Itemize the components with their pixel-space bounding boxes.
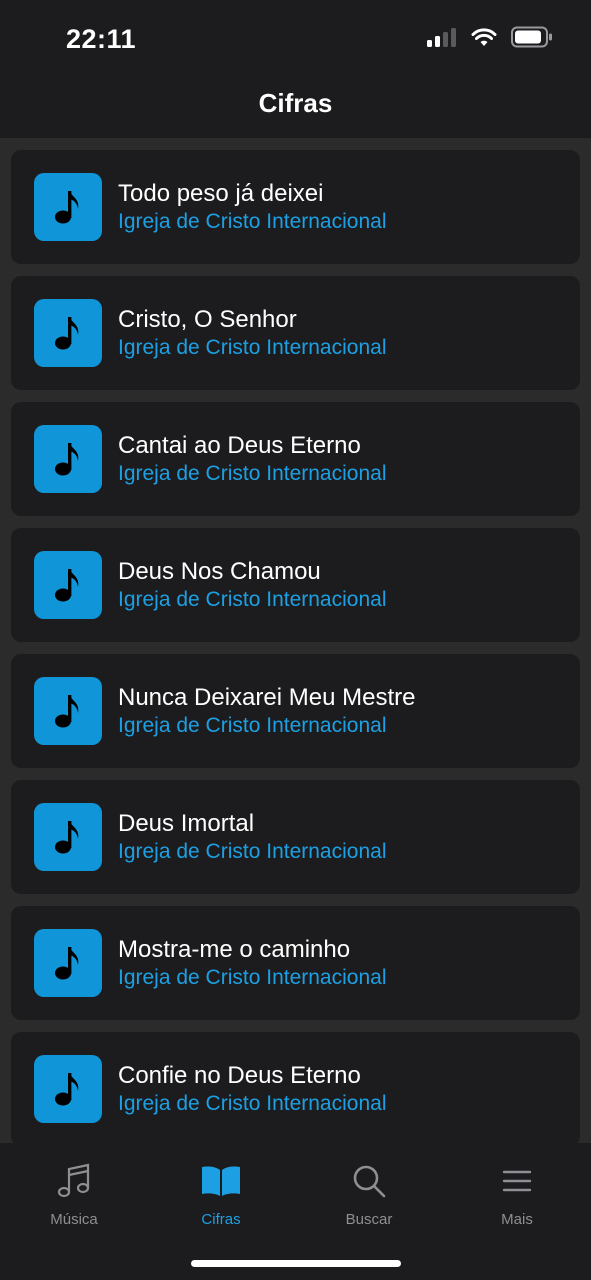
song-title: Cantai ao Deus Eterno [118,432,361,459]
song-card[interactable]: Nunca Deixarei Meu Mestre Igreja de Cris… [11,654,580,768]
song-title: Confie no Deus Eterno [118,1062,361,1089]
song-card[interactable]: Confie no Deus Eterno Igreja de Cristo I… [11,1032,580,1146]
song-artist: Igreja de Cristo Internacional [118,210,387,233]
menu-icon [457,1161,577,1201]
song-artist: Igreja de Cristo Internacional [118,840,387,863]
screen: 22:11 Cifras Todo peso já deixei Igreja … [0,0,591,1280]
song-title: Todo peso já deixei [118,180,324,207]
battery-icon [511,26,552,48]
song-card[interactable]: Todo peso já deixei Igreja de Cristo Int… [11,150,580,264]
tab-label: Buscar [345,1211,393,1228]
song-card[interactable]: Deus Nos Chamou Igreja de Cristo Interna… [11,528,580,642]
home-indicator [191,1260,401,1267]
song-artist: Igreja de Cristo Internacional [118,462,387,485]
song-artist: Igreja de Cristo Internacional [118,588,387,611]
search-icon [309,1161,429,1201]
tab-musica[interactable]: Música [14,1161,134,1228]
song-title: Cristo, O Senhor [118,306,297,333]
music-note-icon [34,929,102,997]
song-title: Deus Imortal [118,810,255,837]
song-title: Mostra-me o caminho [118,936,351,963]
tab-cifras[interactable]: Cifras [161,1161,281,1228]
music-note-icon [34,551,102,619]
top-bar: 22:11 Cifras [0,0,591,138]
music-note-icon [34,677,102,745]
music-note-icon [34,299,102,367]
song-title: Nunca Deixarei Meu Mestre [118,684,416,711]
tab-label: Mais [501,1211,533,1228]
song-artist: Igreja de Cristo Internacional [118,966,387,989]
song-card[interactable]: Cristo, O Senhor Igreja de Cristo Intern… [11,276,580,390]
music-note-icon [34,173,102,241]
cellular-signal-icon [427,28,456,47]
music-note-icon [34,425,102,493]
wifi-icon [471,28,497,46]
tab-label: Cifras [201,1211,241,1228]
song-artist: Igreja de Cristo Internacional [118,1092,387,1115]
song-card[interactable]: Cantai ao Deus Eterno Igreja de Cristo I… [11,402,580,516]
status-time: 22:11 [66,24,137,54]
song-card[interactable]: Deus Imortal Igreja de Cristo Internacio… [11,780,580,894]
song-title: Deus Nos Chamou [118,558,321,585]
music-note-icon [34,1055,102,1123]
song-artist: Igreja de Cristo Internacional [118,714,387,737]
song-artist: Igreja de Cristo Internacional [118,336,387,359]
music-note-icon [14,1161,134,1201]
song-card[interactable]: Mostra-me o caminho Igreja de Cristo Int… [11,906,580,1020]
music-note-icon [34,803,102,871]
tab-mais[interactable]: Mais [457,1161,577,1228]
tab-label: Música [50,1211,98,1228]
song-list: Todo peso já deixei Igreja de Cristo Int… [11,150,580,1158]
status-icons [427,26,553,48]
tab-buscar[interactable]: Buscar [309,1161,429,1228]
book-icon [161,1161,281,1201]
page-title: Cifras [258,88,333,118]
